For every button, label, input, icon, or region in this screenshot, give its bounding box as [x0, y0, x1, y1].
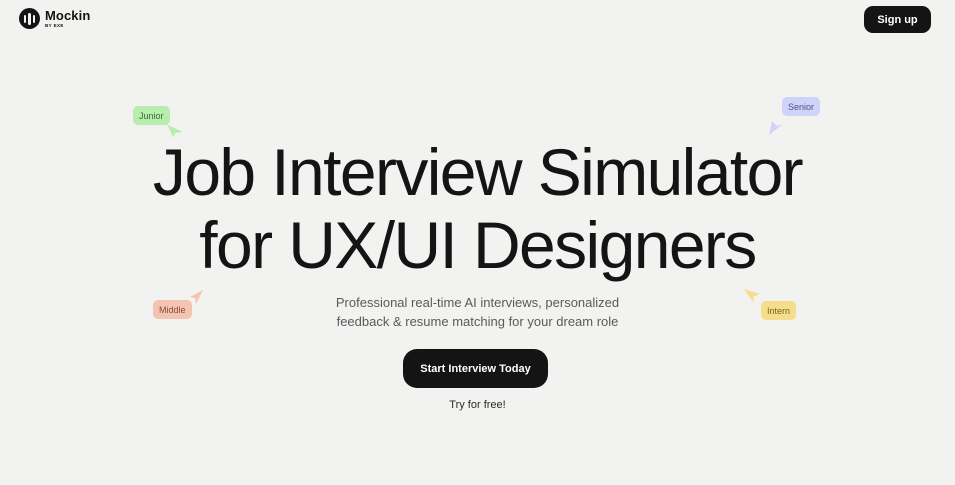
signup-button[interactable]: Sign up: [864, 6, 931, 33]
soundwave-logo-icon: [19, 8, 40, 29]
brand-name: Mockin: [45, 7, 91, 23]
brand-text: Mockin BY EXE: [45, 9, 90, 29]
start-interview-button[interactable]: Start Interview Today: [403, 349, 548, 388]
hero-title-line-2: for UX/UI Designers: [199, 208, 757, 282]
tag-junior: Junior: [133, 106, 170, 125]
landing-page: Mockin BY EXE Sign up Junior Senior Midd…: [0, 0, 955, 485]
hero-title: Job Interview Simulator for UX/UI Design…: [0, 136, 955, 282]
brand-logo[interactable]: Mockin BY EXE: [19, 8, 90, 29]
try-free-note: Try for free!: [449, 399, 506, 411]
cursor-arrow-icon: [767, 118, 785, 136]
hero-subtitle: Professional real-time AI interviews, pe…: [0, 293, 955, 331]
hero-title-line-1: Job Interview Simulator: [152, 135, 804, 209]
tag-senior: Senior: [782, 97, 821, 116]
hero-subtitle-line-1: Professional real-time AI interviews, pe…: [335, 295, 620, 310]
brand-subtitle: BY EXE: [45, 22, 64, 28]
hero-subtitle-line-2: feedback & resume matching for your drea…: [336, 314, 619, 329]
